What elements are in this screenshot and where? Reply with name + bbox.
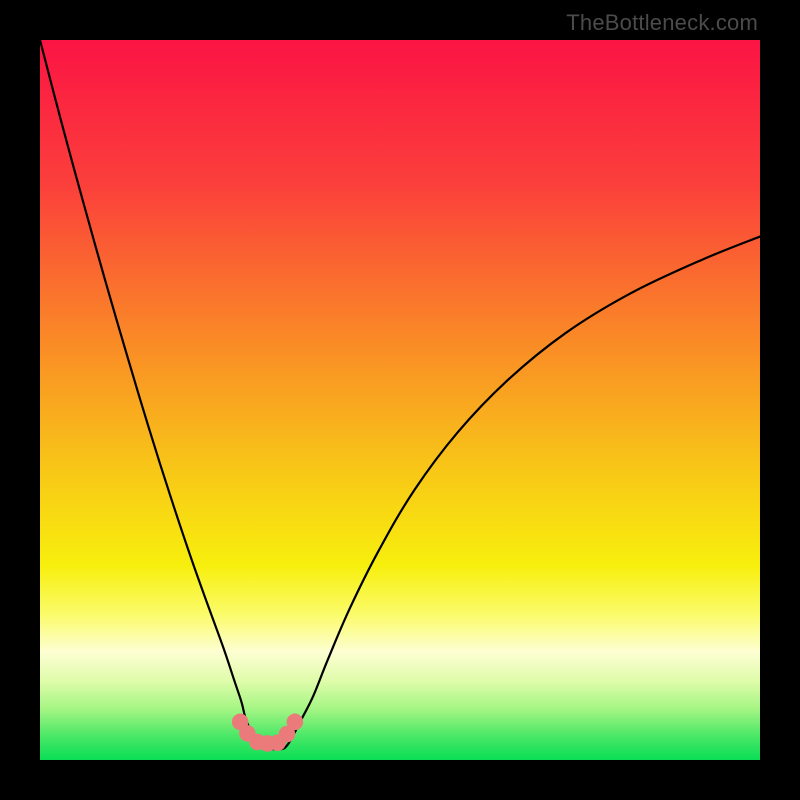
chart-frame: TheBottleneck.com [0, 0, 800, 800]
bottleneck-curve [40, 40, 760, 750]
valley-dot [287, 714, 304, 731]
curve-layer [40, 40, 760, 760]
plot-area [40, 40, 760, 760]
valley-markers [232, 714, 303, 752]
watermark-label: TheBottleneck.com [566, 10, 758, 36]
